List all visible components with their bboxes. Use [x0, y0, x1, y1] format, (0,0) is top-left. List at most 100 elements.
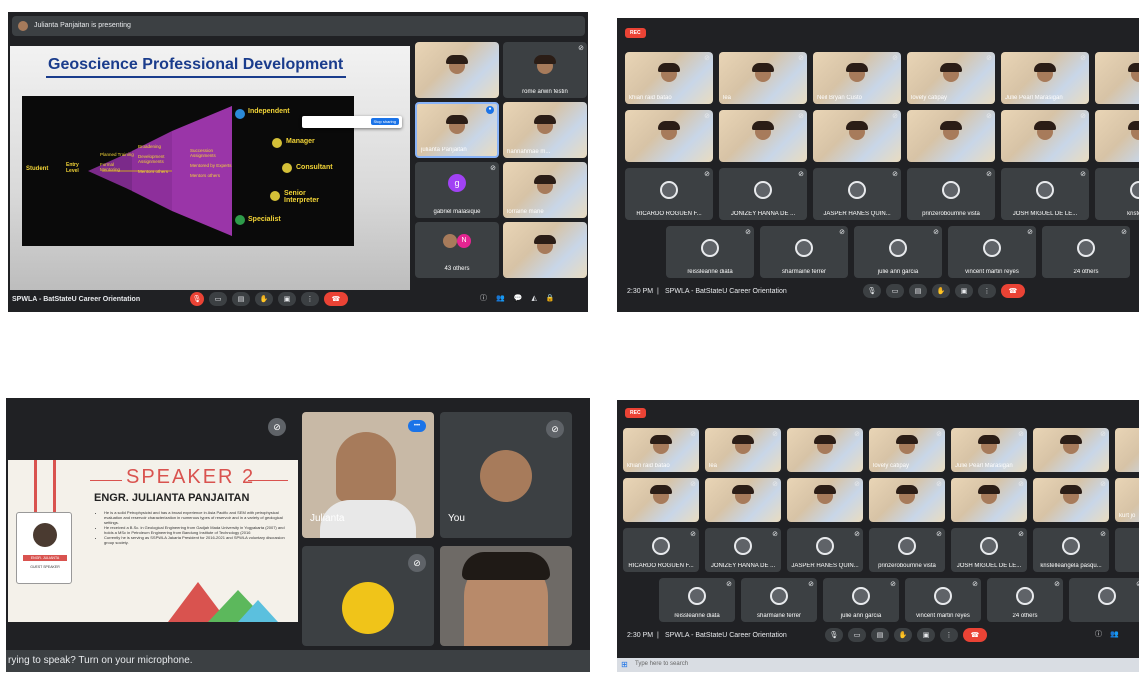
- participant-tile[interactable]: ⊘ kristelleangela pasqu...: [1033, 528, 1109, 572]
- participant-tile[interactable]: ⊘: [1115, 428, 1139, 472]
- host-controls-icon[interactable]: 🔒: [546, 294, 555, 302]
- participant-tile[interactable]: lorraine marie: [503, 162, 587, 218]
- captions-button[interactable]: ▤: [871, 628, 889, 642]
- participant-tile[interactable]: ⊘: [623, 478, 699, 522]
- others-tile[interactable]: ⊘ 24 others: [987, 578, 1063, 622]
- leave-call-button[interactable]: ☎: [1001, 284, 1025, 298]
- participant-tile[interactable]: ⊘: [625, 110, 713, 162]
- more-options-button[interactable]: ⋮: [978, 284, 996, 298]
- people-icon[interactable]: 👥: [1110, 630, 1119, 638]
- participant-tile[interactable]: ⊘ Julie Pearl Marasigan: [1001, 52, 1089, 104]
- participant-tile[interactable]: ⊘: [787, 478, 863, 522]
- leave-call-button[interactable]: ☎: [324, 292, 348, 306]
- participant-tile-you[interactable]: ⊘ You: [440, 412, 572, 538]
- present-button[interactable]: ▣: [917, 628, 935, 642]
- participant-tile[interactable]: ⊘ Neil Bryan Custo: [813, 52, 901, 104]
- avatar: [660, 180, 678, 199]
- participant-tile[interactable]: ⊘: [302, 546, 434, 646]
- participant-tile[interactable]: ⊘: [1069, 578, 1139, 622]
- camera-button[interactable]: ▭: [209, 292, 227, 306]
- others-tile[interactable]: ⊘ 24 others: [1042, 226, 1130, 278]
- more-options-button[interactable]: ⋮: [940, 628, 958, 642]
- participant-tile[interactable]: [440, 546, 572, 646]
- participant-tile[interactable]: ⊘ RICARDO ROGUEN F...: [623, 528, 699, 572]
- mic-off-icon: ⊘: [1027, 229, 1033, 236]
- windows-start-icon[interactable]: ⊞: [621, 660, 628, 669]
- activities-icon[interactable]: ◭: [531, 294, 536, 302]
- participant-tile[interactable]: ⊘: [1095, 110, 1139, 162]
- participant-tile[interactable]: hannahmae m...: [503, 102, 587, 158]
- participant-tile[interactable]: ⊘ JONIZEY HANNA DE ...: [719, 168, 807, 220]
- stop-sharing-button[interactable]: Stop sharing: [370, 118, 399, 125]
- participant-tile[interactable]: ⊘ JONIZEY HANNA DE ...: [705, 528, 781, 572]
- participant-tile[interactable]: ⊘ lovely catipay: [907, 52, 995, 104]
- participant-tile[interactable]: ⊘: [813, 110, 901, 162]
- info-icon[interactable]: ⓘ: [1095, 629, 1102, 639]
- participant-tile[interactable]: ⊘ khian raid batao: [623, 428, 699, 472]
- leave-call-button[interactable]: ☎: [963, 628, 987, 642]
- participant-tile[interactable]: ⊘ RICARDO ROGUEN F...: [625, 168, 713, 220]
- raise-hand-button[interactable]: ✋: [255, 292, 273, 306]
- participant-tile[interactable]: ⊘ JASPER HANES QUIN...: [787, 528, 863, 572]
- taskbar-search[interactable]: Type here to search: [635, 661, 688, 667]
- participant-tile[interactable]: ⊘ lea: [719, 52, 807, 104]
- participant-tile[interactable]: ⊘: [951, 478, 1027, 522]
- participant-tile[interactable]: ⊘: [719, 110, 807, 162]
- avatar: [652, 537, 670, 556]
- participant-tile[interactable]: ⊘ JOSH MIGUEL DE LE...: [951, 528, 1027, 572]
- participant-tile[interactable]: ⊘ julie ann garcia: [854, 226, 942, 278]
- participant-tile[interactable]: ⊘ julie ann garcia: [823, 578, 899, 622]
- participant-tile[interactable]: ⊘: [787, 428, 863, 472]
- participant-tile[interactable]: ⊘ lea: [705, 428, 781, 472]
- participant-tile[interactable]: g ⊘ gabriel malasique: [415, 162, 499, 218]
- participant-tile[interactable]: ⊘ Julie Pearl Marasigan: [951, 428, 1027, 472]
- participant-tile[interactable]: ⊘: [907, 110, 995, 162]
- mic-off-button[interactable]: 🎙: [190, 292, 204, 306]
- participant-tile[interactable]: ● julianta Panjaitan: [415, 102, 499, 158]
- participant-tile[interactable]: [415, 42, 499, 98]
- side-controls: ⓘ 👥 💬 ◭ 🔒: [480, 293, 555, 303]
- participant-tile[interactable]: ⊘: [1033, 478, 1109, 522]
- others-tile[interactable]: N 43 others: [415, 222, 499, 278]
- participant-name: JASPER HANES QUIN...: [791, 563, 859, 569]
- participant-tile[interactable]: ⊘ vincent martin reyes: [905, 578, 981, 622]
- participant-tile[interactable]: ⊘ sharmaine ferrer: [760, 226, 848, 278]
- participant-tile[interactable]: ⊘ lovely catipay: [869, 428, 945, 472]
- participant-tile[interactable]: ⊘: [1095, 52, 1139, 104]
- camera-button[interactable]: ▭: [848, 628, 866, 642]
- participant-tile[interactable]: ⊘: [1001, 110, 1089, 162]
- participant-tile[interactable]: ⊘ prinzerobournne vista: [869, 528, 945, 572]
- mic-button[interactable]: 🎙: [863, 284, 881, 298]
- captions-button[interactable]: ▤: [909, 284, 927, 298]
- participant-tile-julianta[interactable]: ••• Julianta: [302, 412, 434, 538]
- raise-hand-button[interactable]: ✋: [894, 628, 912, 642]
- participant-tile[interactable]: ⊘ khian raid batao: [625, 52, 713, 104]
- participant-tile[interactable]: ⊘kurt jo: [1115, 478, 1139, 522]
- present-button[interactable]: ▣: [278, 292, 296, 306]
- badge-photo: [33, 523, 57, 547]
- participant-tile[interactable]: ⊘: [869, 478, 945, 522]
- participant-tile[interactable]: ⊘ JASPER HANES QUIN...: [813, 168, 901, 220]
- participant-tile[interactable]: ⊘MARY: [1115, 528, 1139, 572]
- more-options-button[interactable]: ⋮: [301, 292, 319, 306]
- participant-tile[interactable]: ⊘ reissleanne diata: [659, 578, 735, 622]
- raise-hand-button[interactable]: ✋: [932, 284, 950, 298]
- participant-tile[interactable]: ⊘ reissleanne diata: [666, 226, 754, 278]
- participant-tile[interactable]: ⊘ JOSH MIGUEL DE LE...: [1001, 168, 1089, 220]
- camera-button[interactable]: ▭: [886, 284, 904, 298]
- participant-tile[interactable]: ⊘: [1033, 428, 1109, 472]
- participant-tile[interactable]: ⊘ vincent martin reyes: [948, 226, 1036, 278]
- participant-tile[interactable]: ⊘: [705, 478, 781, 522]
- badge-role: GUEST SPEAKER: [30, 565, 60, 569]
- people-icon[interactable]: 👥: [496, 294, 505, 302]
- participant-tile[interactable]: ⊘ prinzerobournne vista: [907, 168, 995, 220]
- present-button[interactable]: ▣: [955, 284, 973, 298]
- info-icon[interactable]: ⓘ: [480, 293, 487, 303]
- participant-tile[interactable]: ⊘ rome arwin festin: [503, 42, 587, 98]
- participant-tile[interactable]: ⊘kristellea: [1095, 168, 1139, 220]
- participant-tile[interactable]: [503, 222, 587, 278]
- mic-button[interactable]: 🎙: [825, 628, 843, 642]
- participant-tile[interactable]: ⊘ sharmaine ferrer: [741, 578, 817, 622]
- chat-icon[interactable]: 💬: [514, 294, 523, 302]
- captions-button[interactable]: ▤: [232, 292, 250, 306]
